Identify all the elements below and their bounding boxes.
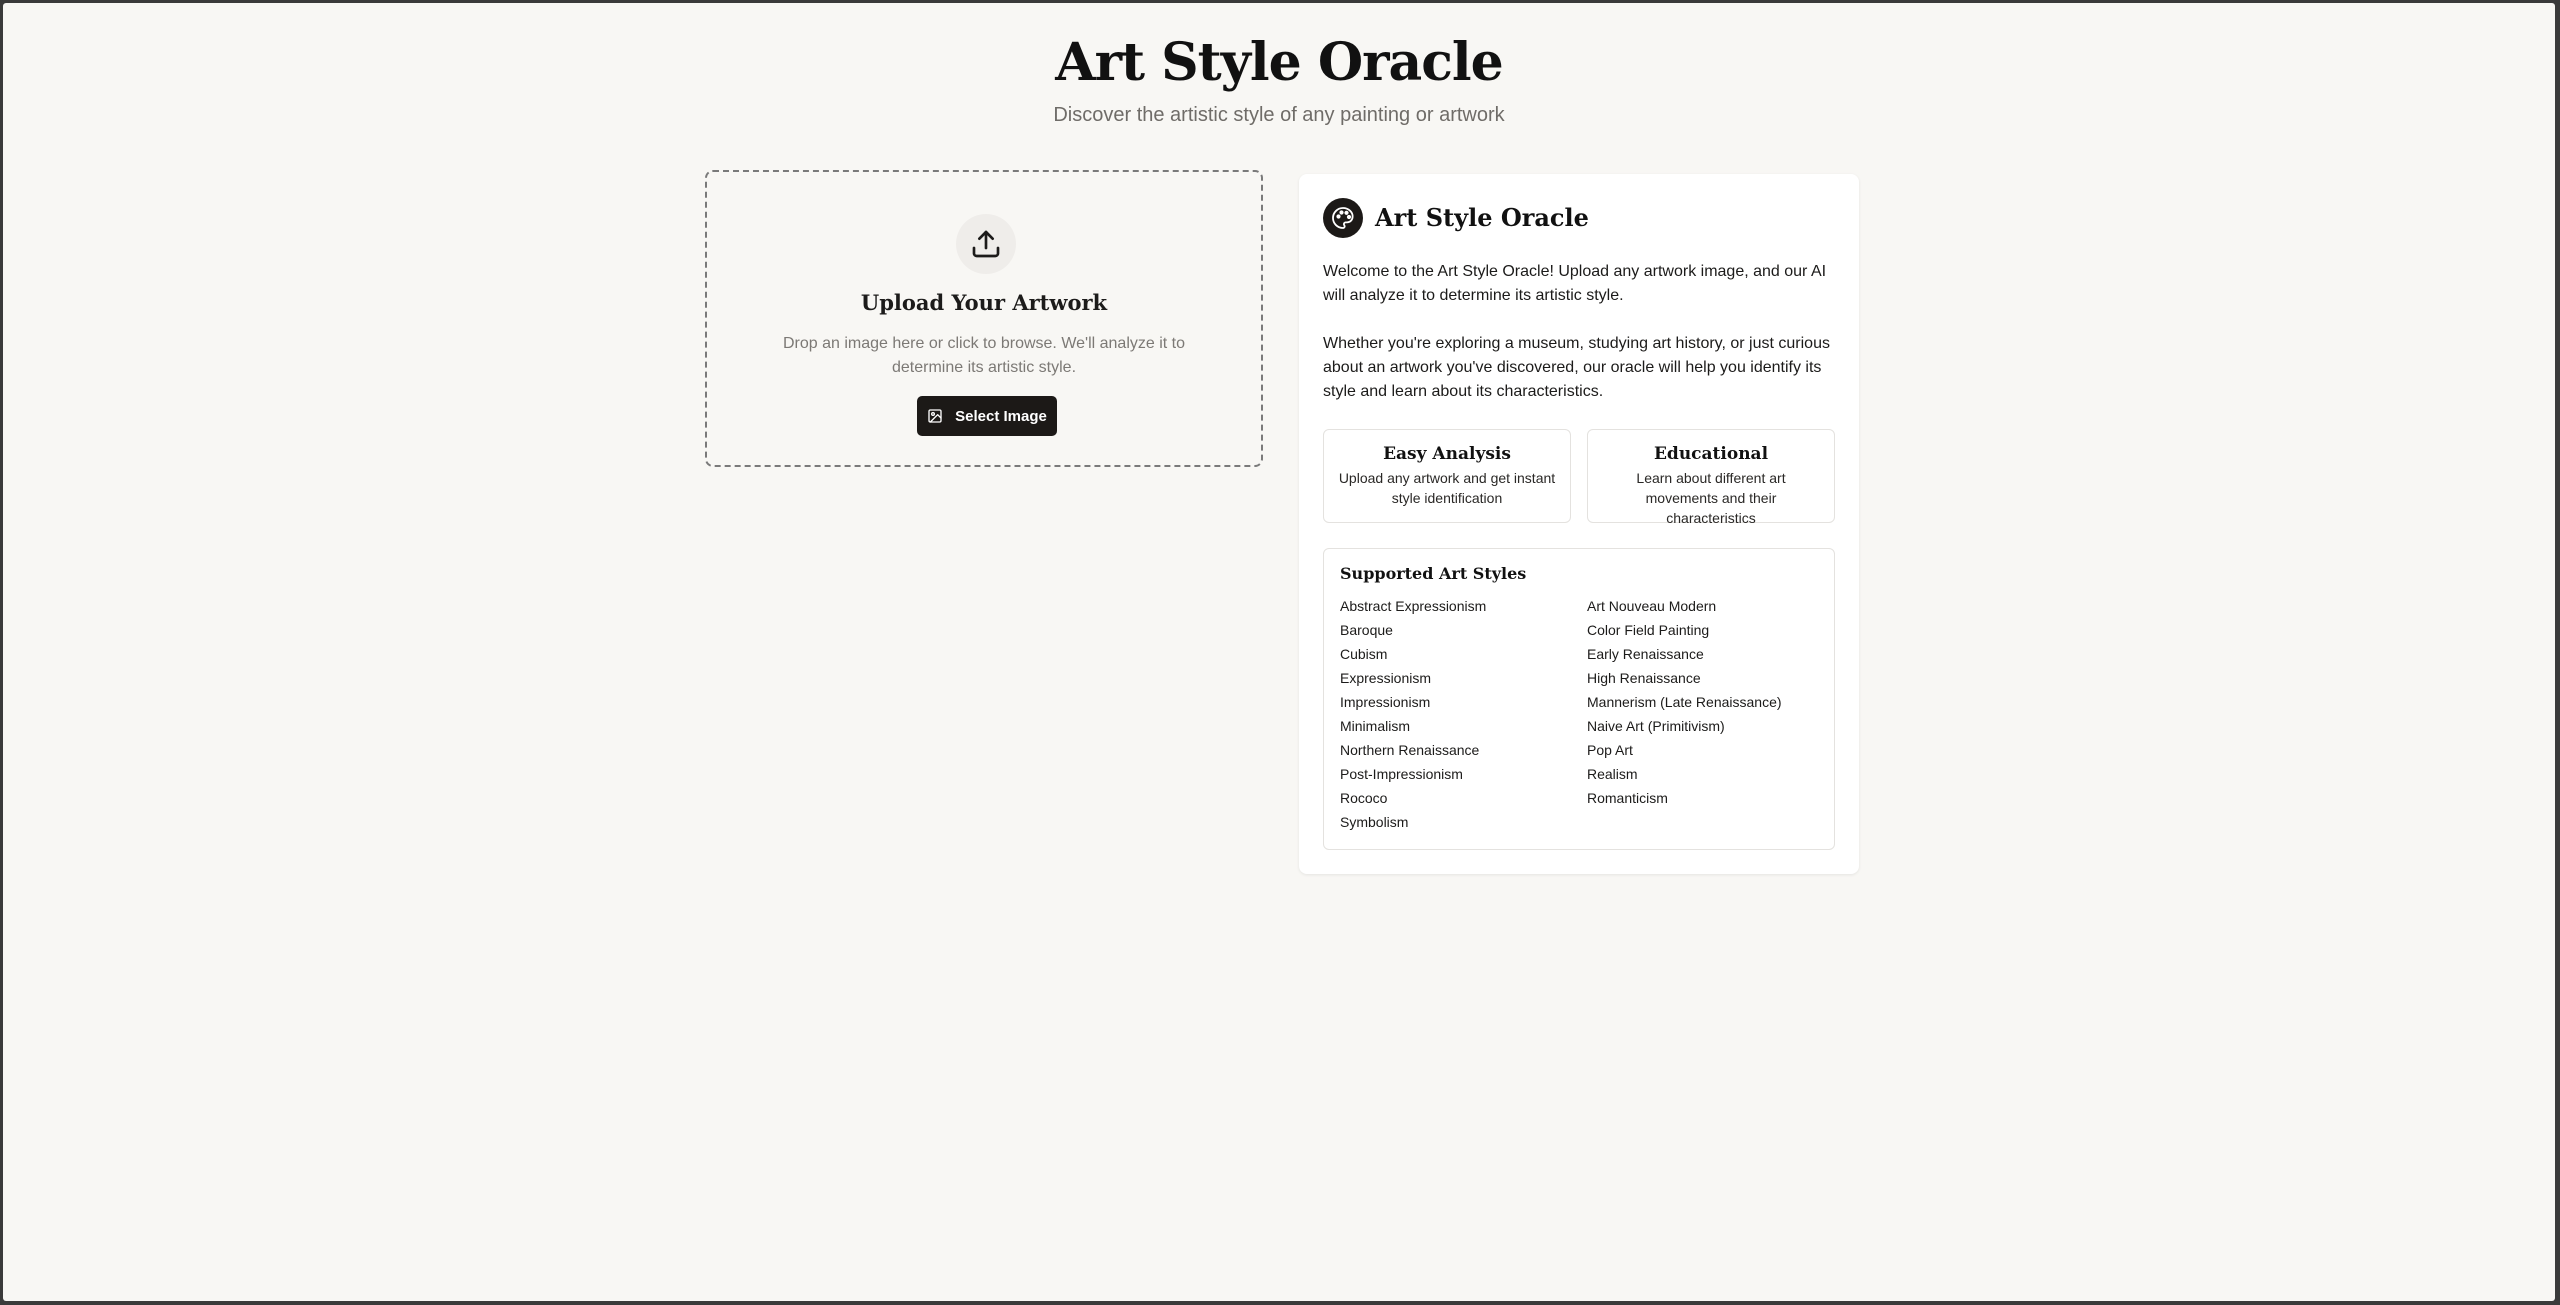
feature-title: Easy Analysis bbox=[1383, 444, 1511, 464]
style-item: Early Renaissance bbox=[1587, 646, 1704, 662]
style-item: Pop Art bbox=[1587, 742, 1633, 758]
feature-title: Educational bbox=[1653, 444, 1769, 464]
upload-title: Upload Your Artwork bbox=[860, 290, 1108, 315]
style-item: Color Field Painting bbox=[1587, 622, 1710, 638]
style-item: Romanticism bbox=[1587, 790, 1668, 806]
info-title: Art Style Oracle bbox=[1375, 203, 1589, 232]
style-item: Impressionism bbox=[1340, 694, 1431, 710]
palette-icon bbox=[1323, 198, 1363, 238]
select-image-button[interactable]: Select Image bbox=[917, 396, 1057, 436]
style-item: Abstract Expressionism bbox=[1340, 598, 1487, 614]
description-text: Whether you're exploring a museum, study… bbox=[1323, 335, 1830, 400]
style-item: Northern Renaissance bbox=[1340, 742, 1480, 758]
feature-description: Learn about different art movements and … bbox=[1636, 470, 1786, 526]
styles-list: Abstract Expressionism Art Nouveau Moder… bbox=[1340, 594, 1820, 834]
style-item: Baroque bbox=[1340, 622, 1393, 638]
feature-card-easy-analysis: Easy Analysis Upload any artwork and get… bbox=[1323, 429, 1571, 523]
page-title: Art Style Oracle bbox=[1055, 32, 1503, 93]
style-item: Rococo bbox=[1340, 790, 1388, 806]
app-window: Art Style Oracle Discover the artistic s… bbox=[3, 3, 2555, 1301]
supported-styles-box: Supported Art Styles Abstract Expression… bbox=[1323, 548, 1835, 850]
feature-description: Upload any artwork and get instant style… bbox=[1338, 470, 1556, 506]
image-icon bbox=[927, 408, 943, 424]
page-subtitle: Discover the artistic style of any paint… bbox=[1053, 104, 1505, 126]
page-header: Art Style Oracle Discover the artistic s… bbox=[3, 27, 2555, 129]
style-item: Symbolism bbox=[1340, 814, 1409, 830]
style-item: Expressionism bbox=[1340, 670, 1432, 686]
upload-dropzone[interactable]: Upload Your Artwork Drop an image here o… bbox=[705, 170, 1263, 467]
style-item: Cubism bbox=[1340, 646, 1388, 662]
feature-card-educational: Educational Learn about different art mo… bbox=[1587, 429, 1835, 526]
style-item: Minimalism bbox=[1340, 718, 1410, 734]
welcome-text: Welcome to the Art Style Oracle! Upload … bbox=[1323, 263, 1827, 304]
supported-styles-title: Supported Art Styles bbox=[1340, 564, 1527, 583]
style-item: High Renaissance bbox=[1587, 670, 1701, 686]
info-panel: Art Style Oracle Welcome to the Art Styl… bbox=[1299, 174, 1859, 874]
style-item: Post-Impressionism bbox=[1340, 766, 1463, 782]
style-item: Mannerism (Late Renaissance) bbox=[1587, 694, 1782, 710]
select-image-label: Select Image bbox=[955, 407, 1047, 425]
style-item: Realism bbox=[1587, 766, 1638, 782]
style-item: Art Nouveau Modern bbox=[1587, 598, 1717, 614]
style-item: Naive Art (Primitivism) bbox=[1587, 718, 1725, 734]
upload-icon bbox=[956, 214, 1016, 274]
upload-description: Drop an image here or click to browse. W… bbox=[782, 335, 1186, 376]
